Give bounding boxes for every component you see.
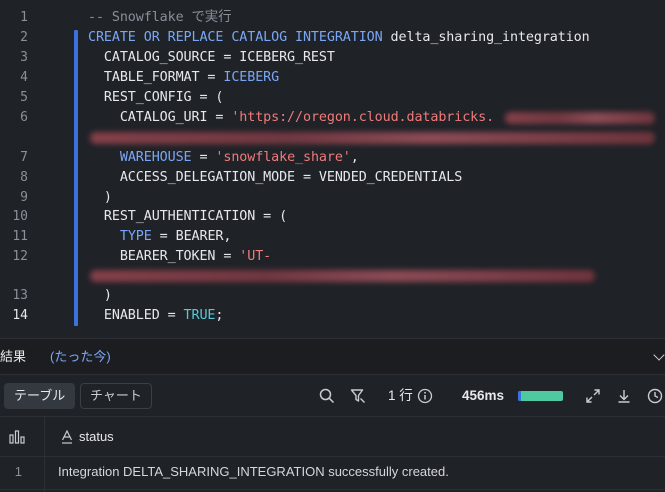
code-line[interactable]: 13 ) bbox=[0, 286, 665, 306]
chart-view-button[interactable]: チャート bbox=[80, 383, 152, 409]
code-text: ) bbox=[88, 188, 112, 208]
code-line[interactable]: 10 REST_AUTHENTICATION = ( bbox=[0, 207, 665, 227]
execution-progress-bar bbox=[518, 391, 563, 401]
code-token: ENABLED = bbox=[88, 308, 184, 323]
status-cell[interactable]: Integration DELTA_SHARING_INTEGRATION su… bbox=[58, 457, 449, 487]
code-text: WAREHOUSE = 'snowflake_share', bbox=[88, 148, 359, 168]
sql-editor[interactable]: 1 -- Snowflake で実行 2 CREATE OR REPLACE CATA… bbox=[0, 0, 665, 338]
redacted-token bbox=[90, 270, 595, 282]
line-number: 14 bbox=[12, 308, 28, 323]
line-number: 9 bbox=[20, 190, 28, 205]
line-number: 1 bbox=[20, 10, 28, 25]
table-row[interactable]: 1 Integration DELTA_SHARING_INTEGRATION … bbox=[0, 457, 665, 487]
code-token: WAREHOUSE bbox=[119, 150, 192, 165]
code-text: CREATE OR REPLACE CATALOG INTEGRATION de… bbox=[88, 28, 590, 48]
execution-duration: 456ms bbox=[462, 388, 505, 403]
chevron-down-icon[interactable] bbox=[653, 349, 665, 361]
line-number: 6 bbox=[20, 110, 28, 125]
row-count: 1 行 bbox=[388, 388, 413, 403]
code-token: delta_sharing_integration bbox=[382, 30, 590, 45]
progress-fill bbox=[518, 391, 563, 401]
code-text: TYPE = BEARER, bbox=[88, 227, 232, 247]
info-icon[interactable] bbox=[417, 388, 433, 404]
code-text: ENABLED = TRUE; bbox=[88, 306, 224, 326]
code-token: TYPE bbox=[119, 229, 152, 244]
text-type-icon bbox=[61, 430, 73, 444]
line-number: 3 bbox=[20, 50, 28, 65]
code-token: ) bbox=[88, 288, 112, 303]
code-token: CREATE OR REPLACE CATALOG INTEGRATION bbox=[88, 30, 383, 45]
column-stats-icon[interactable] bbox=[9, 430, 25, 444]
redacted-url-part-2 bbox=[90, 132, 655, 144]
line-number: 2 bbox=[20, 30, 28, 45]
code-line[interactable]: 11 TYPE = BEARER, bbox=[0, 227, 665, 247]
code-line[interactable]: 1 -- Snowflake で実行 bbox=[0, 8, 665, 28]
code-token: ICEBERG bbox=[223, 70, 280, 85]
code-text: REST_AUTHENTICATION = ( bbox=[88, 207, 287, 227]
code-text: -- Snowflake で実行 bbox=[88, 8, 231, 28]
results-grid: status 1 Integration DELTA_SHARING_INTEG… bbox=[0, 417, 665, 492]
code-line[interactable]: 8 ACCESS_DELEGATION_MODE = VENDED_CREDEN… bbox=[0, 168, 665, 188]
line-number: 5 bbox=[20, 90, 28, 105]
line-number: 7 bbox=[20, 150, 28, 165]
grid-header: status bbox=[0, 417, 665, 457]
code-token: BEARER_TOKEN = bbox=[88, 249, 240, 264]
code-token: = bbox=[191, 150, 216, 165]
results-toolbar: テーブル チャート 1 行 456ms bbox=[0, 375, 665, 417]
row-number: 1 bbox=[14, 464, 22, 479]
code-token: -- Snowflake で実行 bbox=[88, 10, 232, 25]
code-line[interactable]: 14 ENABLED = TRUE; bbox=[0, 306, 665, 326]
code-text: ) bbox=[88, 286, 112, 306]
code-line[interactable]: 5 REST_CONFIG = ( bbox=[0, 88, 665, 108]
search-icon[interactable] bbox=[319, 388, 335, 404]
code-line[interactable]: 3 CATALOG_SOURCE = ICEBERG_REST bbox=[0, 48, 665, 68]
line-number: 8 bbox=[20, 170, 28, 185]
line-number: 12 bbox=[12, 249, 28, 264]
code-token: CATALOG_SOURCE = ICEBERG_REST bbox=[88, 50, 335, 65]
expand-icon[interactable] bbox=[585, 388, 601, 404]
line-number: 10 bbox=[12, 209, 28, 224]
code-line[interactable]: 12 BEARER_TOKEN = 'UT- bbox=[0, 247, 665, 267]
code-line[interactable]: 9 ) bbox=[0, 188, 665, 208]
code-token: ACCESS_DELEGATION_MODE = VENDED_CREDENTI… bbox=[88, 170, 463, 185]
results-timestamp: (たった今) bbox=[50, 349, 111, 364]
code-token: REST_AUTHENTICATION = ( bbox=[88, 209, 288, 224]
code-token: ) bbox=[88, 190, 112, 205]
column-header-status[interactable]: status bbox=[79, 417, 114, 457]
line-number: 4 bbox=[20, 70, 28, 85]
code-text: ACCESS_DELEGATION_MODE = VENDED_CREDENTI… bbox=[88, 168, 462, 188]
code-text: TABLE_FORMAT = ICEBERG bbox=[88, 68, 279, 88]
tab-results[interactable]: 結果 bbox=[0, 339, 26, 375]
code-token: TRUE bbox=[183, 308, 216, 323]
code-line[interactable]: 7 WAREHOUSE = 'snowflake_share', bbox=[0, 148, 665, 168]
line-number: 11 bbox=[12, 229, 28, 244]
filter-icon[interactable] bbox=[350, 388, 366, 404]
line-number: 13 bbox=[12, 288, 28, 303]
code-token: , bbox=[350, 150, 359, 165]
code-text: CATALOG_SOURCE = ICEBERG_REST bbox=[88, 48, 335, 68]
code-token: CATALOG_URI = bbox=[88, 110, 232, 125]
code-token: 'snowflake_share' bbox=[215, 150, 351, 165]
code-text: BEARER_TOKEN = 'UT- bbox=[88, 247, 271, 267]
clock-icon[interactable] bbox=[647, 388, 663, 404]
code-line[interactable]: 4 TABLE_FORMAT = ICEBERG bbox=[0, 68, 665, 88]
download-icon[interactable] bbox=[616, 388, 632, 404]
code-token: ; bbox=[215, 308, 224, 323]
code-token: 'https://oregon.cloud.databricks. bbox=[231, 110, 495, 125]
code-token: 'UT- bbox=[239, 249, 272, 264]
row-divider bbox=[0, 489, 665, 490]
code-text: REST_CONFIG = ( bbox=[88, 88, 224, 108]
results-tab-bar: 結果 (たった今) bbox=[0, 338, 665, 375]
code-line[interactable]: 2 CREATE OR REPLACE CATALOG INTEGRATION d… bbox=[0, 28, 665, 48]
code-token: TABLE_FORMAT = bbox=[88, 70, 224, 85]
table-view-button[interactable]: テーブル bbox=[4, 383, 76, 409]
code-text: CATALOG_URI = 'https://oregon.cloud.data… bbox=[88, 108, 494, 128]
code-token: REST_CONFIG = ( bbox=[88, 90, 224, 105]
code-token: = BEARER, bbox=[151, 229, 232, 244]
redacted-url-part-1 bbox=[505, 112, 655, 124]
